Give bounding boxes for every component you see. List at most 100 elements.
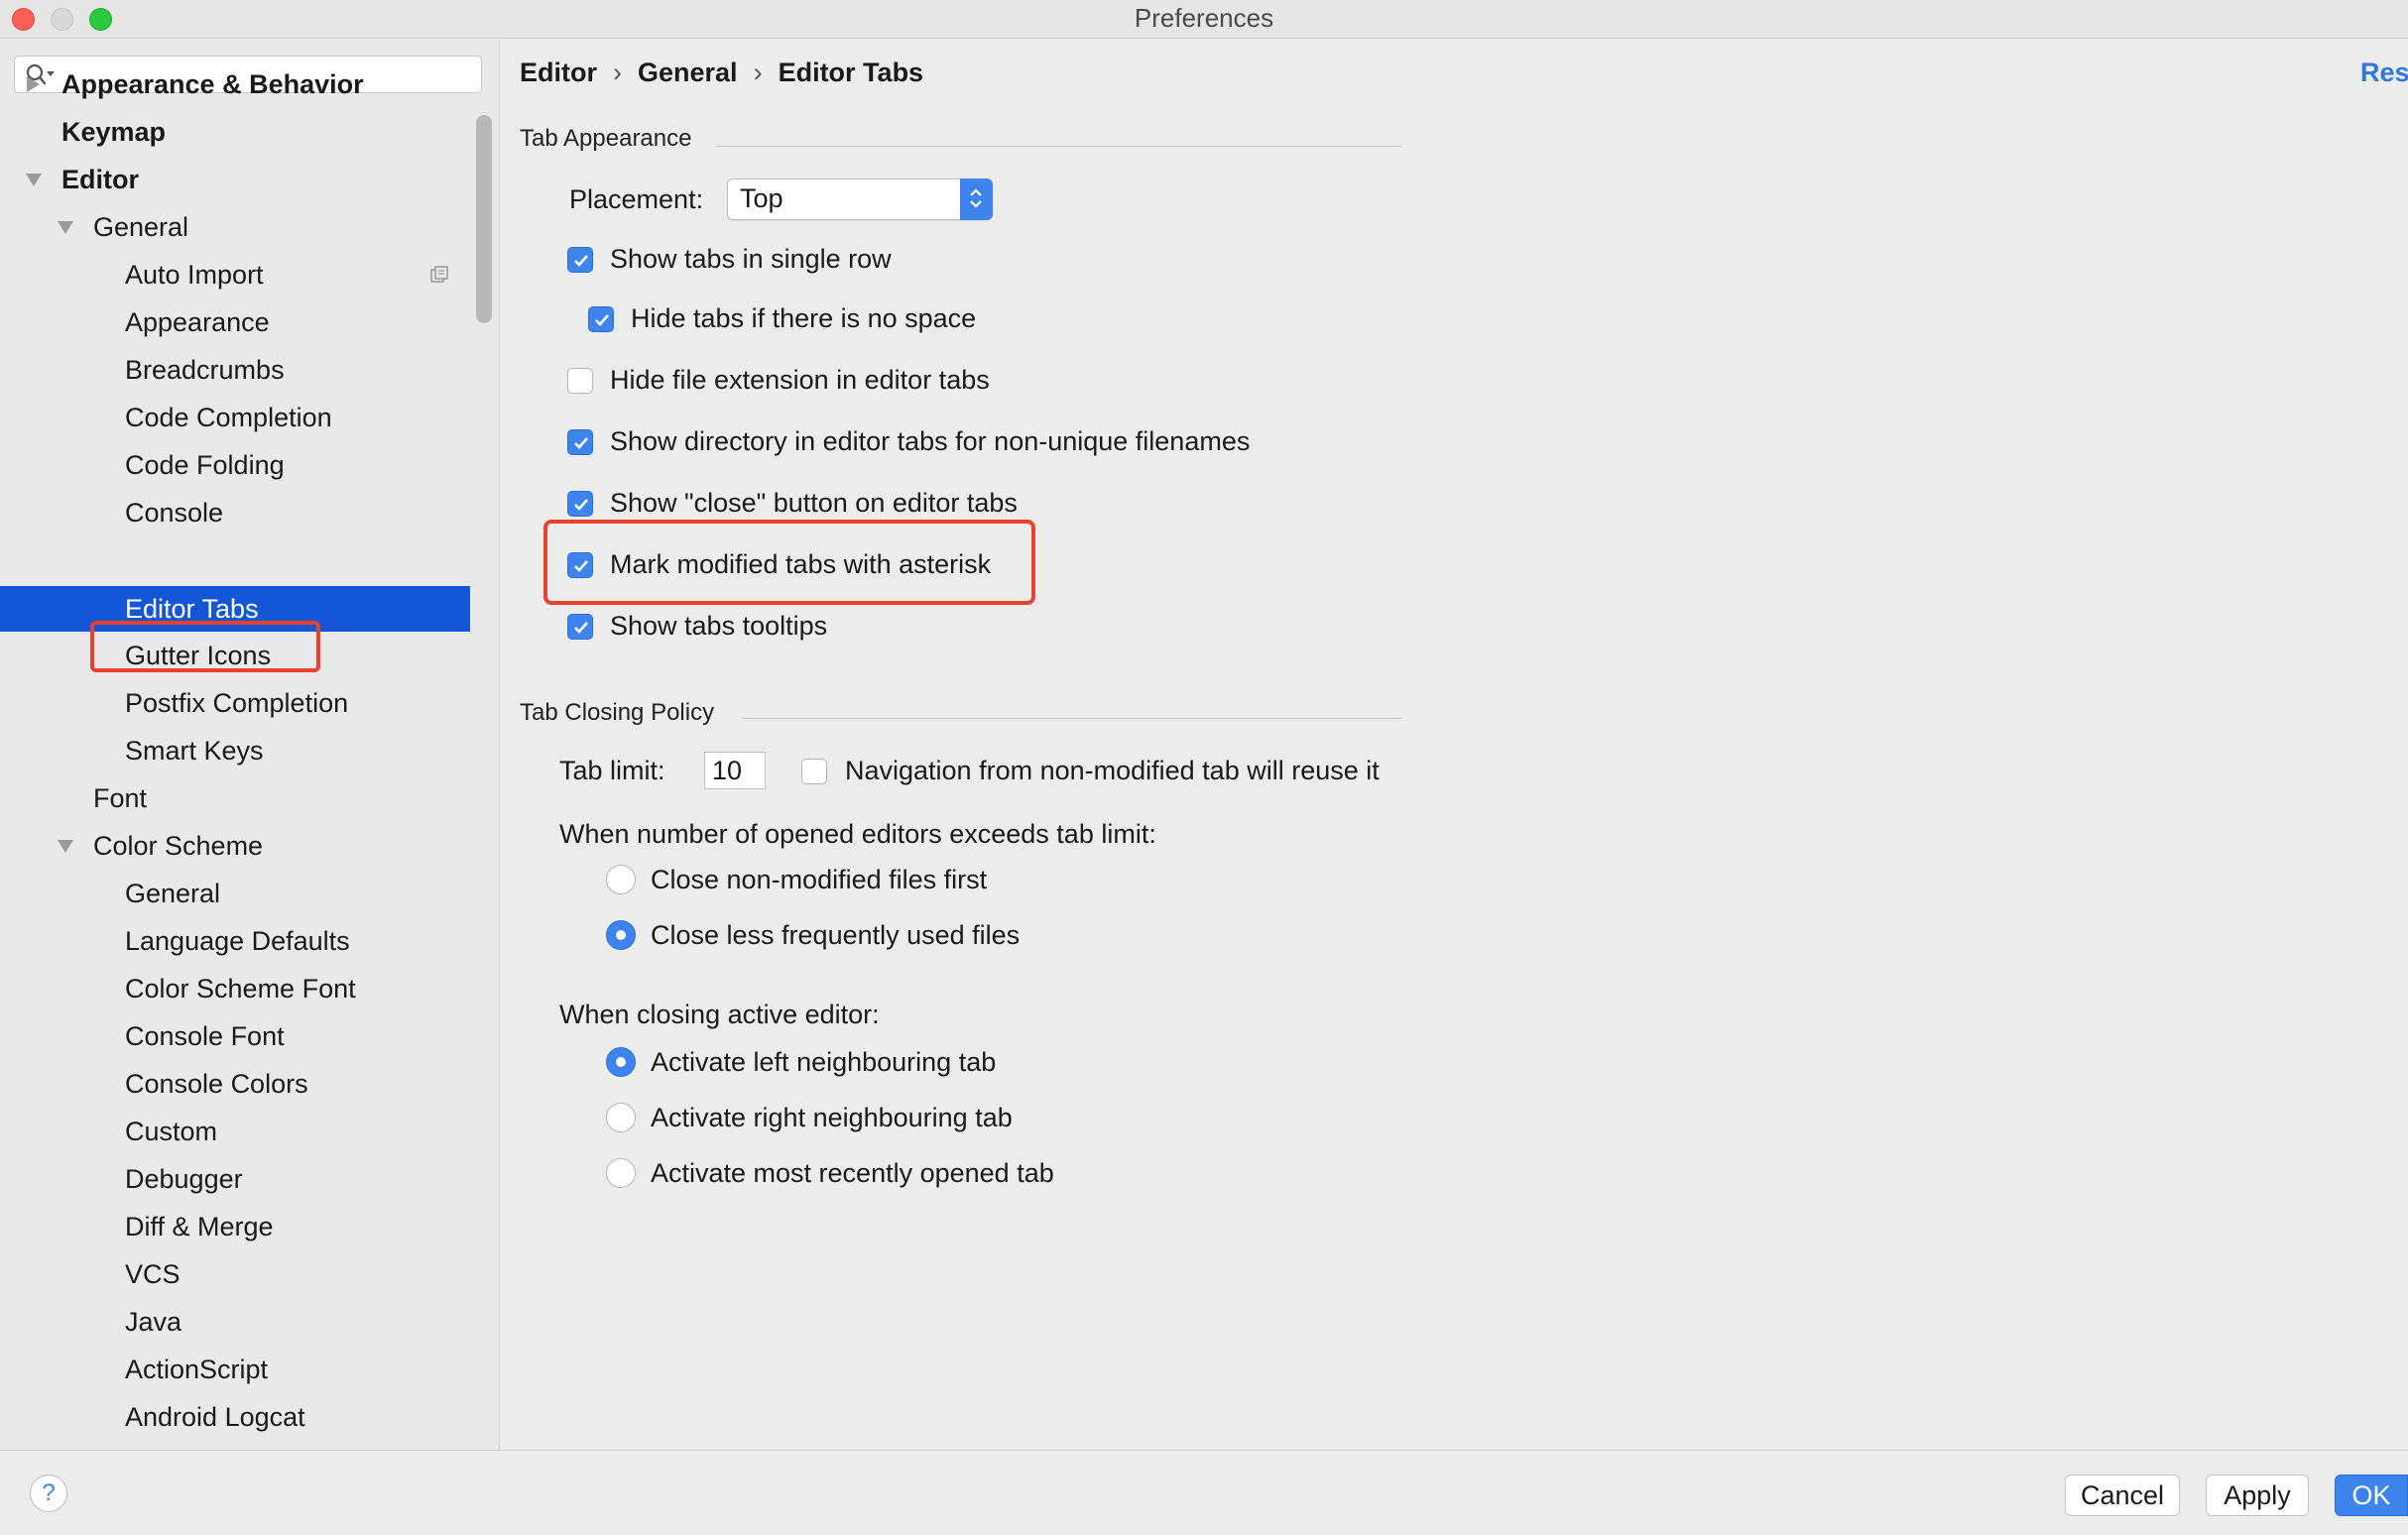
sidebar-item-color-scheme[interactable]: Color Scheme xyxy=(0,823,470,869)
sidebar-item-editor[interactable]: Editor xyxy=(0,157,470,202)
tab-limit-label: Tab limit: xyxy=(559,756,665,785)
navigation-reuse-checkbox[interactable] xyxy=(801,759,827,784)
hide-file-extension-checkbox[interactable] xyxy=(567,368,593,394)
show-tabs-single-row-label[interactable]: Show tabs in single row xyxy=(610,244,892,275)
section-title-tab-closing-policy: Tab Closing Policy xyxy=(520,699,715,726)
show-close-button-label[interactable]: Show "close" button on editor tabs xyxy=(610,488,1018,519)
section-divider xyxy=(742,718,1401,719)
hide-file-extension-label[interactable]: Hide file extension in editor tabs xyxy=(610,365,990,396)
placement-select-value: Top xyxy=(740,183,783,213)
sidebar-item-color-scheme-general[interactable]: General xyxy=(0,871,470,916)
title-bar: Preferences xyxy=(0,0,2408,39)
sidebar-item-console-font[interactable]: Console Font xyxy=(0,1013,470,1059)
settings-content-panel: Editor › General › Editor Tabs Res Tab Appea… xyxy=(501,40,2408,1450)
close-less-frequent-radio[interactable] xyxy=(606,920,636,950)
collapse-arrow-icon[interactable] xyxy=(58,221,73,234)
show-tabs-tooltips-label[interactable]: Show tabs tooltips xyxy=(610,611,827,642)
navigation-reuse-label[interactable]: Navigation from non-modified tab will re… xyxy=(845,756,1380,786)
collapse-arrow-icon[interactable] xyxy=(26,174,42,186)
cancel-button[interactable]: Cancel xyxy=(2065,1475,2180,1516)
sidebar-item-label: Console Colors xyxy=(125,1069,308,1099)
show-directory-label[interactable]: Show directory in editor tabs for non-un… xyxy=(610,426,1250,457)
sidebar-item-label: Appearance & Behavior xyxy=(61,69,364,99)
close-non-modified-label[interactable]: Close non-modified files first xyxy=(651,865,987,895)
sidebar-item-appearance-behavior[interactable]: Appearance & Behavior xyxy=(0,61,470,107)
activate-right-tab-label[interactable]: Activate right neighbouring tab xyxy=(651,1103,1013,1133)
breadcrumb-separator: › xyxy=(613,58,622,87)
sidebar-item-breadcrumbs[interactable]: Breadcrumbs xyxy=(0,347,470,393)
breadcrumb-item[interactable]: General xyxy=(638,58,738,87)
sidebar-item-android-logcat[interactable]: Android Logcat xyxy=(0,1394,470,1440)
sidebar-item-label: Console Font xyxy=(125,1021,285,1051)
sidebar-item-label: VCS xyxy=(125,1259,181,1289)
hide-tabs-no-space-checkbox[interactable] xyxy=(588,306,614,332)
sidebar-item-label: Editor xyxy=(61,165,139,194)
ok-button[interactable]: OK xyxy=(2335,1475,2408,1516)
sidebar-item-label: Console xyxy=(125,498,224,528)
placement-select[interactable]: Top xyxy=(727,178,993,220)
placement-label: Placement: xyxy=(569,184,704,214)
section-title-tab-appearance: Tab Appearance xyxy=(520,125,692,152)
sidebar-item-label: Color Scheme Font xyxy=(125,974,356,1004)
sidebar-item-font[interactable]: Font xyxy=(0,775,470,821)
sidebar-item-label: General xyxy=(93,212,189,242)
sidebar-item-console[interactable]: Console xyxy=(0,490,470,535)
close-less-frequent-label[interactable]: Close less frequently used files xyxy=(651,920,1020,951)
sidebar-item-keymap[interactable]: Keymap xyxy=(0,109,470,155)
close-non-modified-radio[interactable] xyxy=(606,865,636,894)
activate-recent-tab-label[interactable]: Activate most recently opened tab xyxy=(651,1158,1054,1189)
sidebar-item-diff-merge[interactable]: Diff & Merge xyxy=(0,1204,470,1249)
breadcrumb-item[interactable]: Editor xyxy=(520,58,597,87)
activate-recent-tab-radio[interactable] xyxy=(606,1158,636,1188)
breadcrumb: Editor › General › Editor Tabs xyxy=(520,58,923,88)
closing-active-editor-label: When closing active editor: xyxy=(559,1000,880,1029)
sidebar-item-label: Color Scheme xyxy=(93,831,264,861)
sidebar-item-console-colors[interactable]: Console Colors xyxy=(0,1061,470,1107)
sidebar-item-general[interactable]: General xyxy=(0,204,470,250)
apply-button[interactable]: Apply xyxy=(2206,1475,2309,1516)
sidebar-item-label: Keymap xyxy=(61,117,167,147)
tab-limit-input[interactable]: 10 xyxy=(704,752,766,789)
sidebar-item-label: General xyxy=(125,879,221,908)
show-close-button-checkbox[interactable] xyxy=(567,491,593,517)
sidebar-item-code-completion[interactable]: Code Completion xyxy=(0,395,470,440)
reset-link[interactable]: Res xyxy=(2360,58,2408,88)
sidebar-item-smart-keys[interactable]: Smart Keys xyxy=(0,728,470,773)
updown-chevron-icon[interactable] xyxy=(960,178,993,220)
sidebar-item-language-defaults[interactable]: Language Defaults xyxy=(0,918,470,964)
activate-right-tab-radio[interactable] xyxy=(606,1103,636,1132)
sidebar-item-label: Code Completion xyxy=(125,403,332,432)
window-title: Preferences xyxy=(1134,3,1274,33)
sidebar-item-label: Debugger xyxy=(125,1164,243,1194)
project-settings-copy-icon xyxy=(430,266,448,283)
sidebar-item-label: Diff & Merge xyxy=(125,1212,274,1241)
sidebar-item-vcs[interactable]: VCS xyxy=(0,1251,470,1297)
hide-tabs-no-space-label[interactable]: Hide tabs if there is no space xyxy=(631,303,976,334)
show-directory-checkbox[interactable] xyxy=(567,429,593,455)
sidebar-item-color-scheme-font[interactable]: Color Scheme Font xyxy=(0,966,470,1011)
sidebar-item-custom[interactable]: Custom xyxy=(0,1109,470,1154)
help-button[interactable]: ? xyxy=(30,1475,67,1512)
collapse-arrow-icon[interactable] xyxy=(58,840,73,853)
show-tabs-tooltips-checkbox[interactable] xyxy=(567,614,593,640)
sidebar-item-label: Font xyxy=(93,783,148,813)
exceeds-limit-label: When number of opened editors exceeds ta… xyxy=(559,819,1156,849)
highlight-box xyxy=(543,520,1035,605)
expand-arrow-icon[interactable] xyxy=(27,76,40,92)
sidebar-item-code-folding[interactable]: Code Folding xyxy=(0,442,470,488)
sidebar-item-postfix-completion[interactable]: Postfix Completion xyxy=(0,680,470,726)
sidebar-item-java[interactable]: Java xyxy=(0,1299,470,1345)
sidebar-item-label: Smart Keys xyxy=(125,736,264,766)
sidebar-item-label: Code Folding xyxy=(125,450,285,480)
show-tabs-single-row-checkbox[interactable] xyxy=(567,247,593,273)
section-divider xyxy=(717,146,1401,147)
sidebar-item-auto-import[interactable]: Auto Import xyxy=(0,252,470,297)
activate-left-tab-radio[interactable] xyxy=(606,1047,636,1077)
sidebar-item-actionscript[interactable]: ActionScript xyxy=(0,1347,470,1392)
sidebar-item-debugger[interactable]: Debugger xyxy=(0,1156,470,1202)
sidebar-item-label: Breadcrumbs xyxy=(125,355,285,385)
sidebar-item-appearance[interactable]: Appearance xyxy=(0,299,470,345)
sidebar-item-label: Auto Import xyxy=(125,260,264,290)
activate-left-tab-label[interactable]: Activate left neighbouring tab xyxy=(651,1047,996,1078)
sidebar-scrollbar[interactable] xyxy=(476,115,492,323)
